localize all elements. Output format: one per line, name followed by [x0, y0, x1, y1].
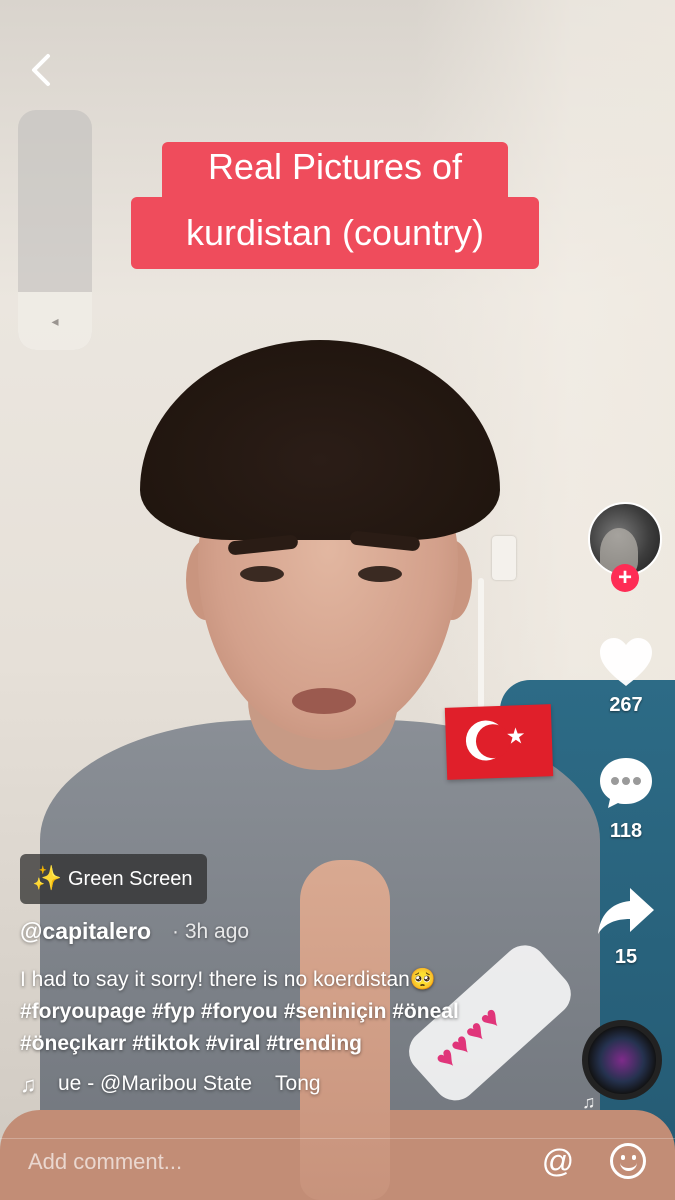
comment-bar: Add comment... @: [0, 1138, 675, 1200]
follow-button[interactable]: +: [611, 564, 639, 592]
post-description: I had to say it sorry! there is no koerd…: [20, 964, 580, 1060]
green-screen-icon: ✨: [32, 865, 62, 892]
at-icon[interactable]: @: [540, 1143, 576, 1179]
video-screen[interactable]: ◂ Real Pictures of kurdistan (country) ★…: [0, 0, 675, 1200]
comment-icon[interactable]: [598, 756, 654, 810]
share-icon[interactable]: [596, 886, 656, 938]
music-disc-icon[interactable]: [582, 1020, 662, 1100]
post-time: · 3h ago: [172, 920, 250, 943]
back-icon: [32, 54, 50, 86]
heart-icon[interactable]: [598, 636, 654, 688]
comment-input[interactable]: Add comment...: [28, 1149, 182, 1175]
green-screen-effect-chip[interactable]: ✨ Green Screen: [20, 854, 207, 904]
star-icon: ★: [505, 723, 526, 749]
username-link[interactable]: @capitalero: [20, 918, 151, 945]
song-title: ue - @Maribou State Tong: [58, 1072, 321, 1095]
effect-label: Green Screen: [68, 868, 193, 890]
volume-icon: ◂: [51, 313, 59, 329]
music-note-icon: ♫: [582, 1092, 596, 1112]
hashtags-line-2[interactable]: #öneçıkarr #tiktok #viral #trending: [20, 1028, 580, 1060]
turkish-flag-sticker: ★: [444, 704, 554, 780]
share-count: 15: [614, 946, 638, 968]
back-button[interactable]: [22, 50, 62, 90]
volume-slider[interactable]: ◂: [18, 110, 92, 350]
description-text: I had to say it sorry! there is no koerd…: [20, 968, 437, 991]
emoji-icon[interactable]: [610, 1143, 646, 1179]
music-note-icon: ♫: [20, 1072, 37, 1097]
video-caption-line-2: kurdistan (country): [131, 197, 539, 269]
hashtags-line-1[interactable]: #foryoupage #fyp #foryou #seniniçin #öne…: [20, 996, 580, 1028]
like-count: 267: [609, 694, 643, 716]
comment-count: 118: [609, 820, 643, 842]
